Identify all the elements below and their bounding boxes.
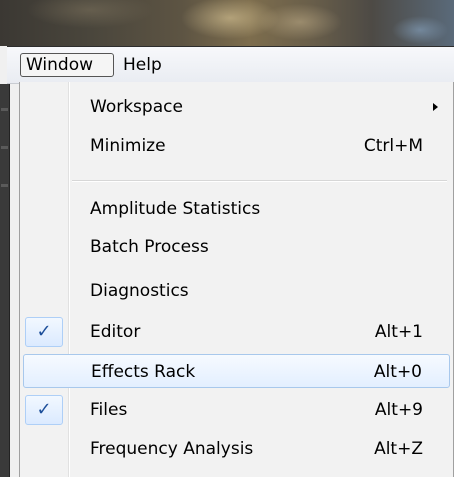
menu-separator (72, 180, 447, 182)
panel-grip (1, 146, 8, 149)
menu-item-effects-rack[interactable]: Effects Rack Alt+0 (23, 354, 450, 388)
submenu-arrow-icon (433, 103, 438, 111)
menu-item-label: Amplitude Statistics (90, 199, 261, 219)
menu-item-shortcut: Alt+Z (374, 439, 423, 459)
help-menu-button[interactable]: Help (119, 53, 166, 77)
menu-bar: Window Help (7, 46, 454, 84)
menu-item-label: Diagnostics (90, 281, 189, 301)
panel-grip (1, 108, 8, 111)
checkmark-icon: ✓ (36, 399, 52, 420)
menu-item-shortcut: Ctrl+M (363, 136, 423, 156)
check-indicator: ✓ (25, 395, 63, 425)
window-menu-button[interactable]: Window (20, 53, 114, 77)
menu-item-label: Effects Rack (91, 362, 196, 382)
menu-item-files[interactable]: ✓ Files Alt+9 (23, 393, 450, 427)
menu-item-amplitude-statistics[interactable]: Amplitude Statistics (23, 192, 450, 226)
window-dropdown-menu: Workspace Minimize Ctrl+M Amplitude Stat… (19, 82, 454, 477)
menu-item-batch-process[interactable]: Batch Process (23, 230, 450, 264)
menu-item-label: Editor (90, 322, 141, 342)
check-indicator: ✓ (25, 317, 63, 347)
desktop-background (0, 0, 454, 46)
menu-item-shortcut: Alt+0 (373, 362, 422, 382)
menu-item-label: Frequency Analysis (90, 439, 254, 459)
menu-item-minimize[interactable]: Minimize Ctrl+M (23, 129, 450, 163)
menu-item-label: Workspace (90, 97, 183, 117)
menu-item-workspace[interactable]: Workspace (23, 90, 450, 124)
menu-item-diagnostics[interactable]: Diagnostics (23, 274, 450, 308)
panel-grip (1, 184, 8, 187)
menu-item-label: Files (90, 400, 128, 420)
menu-item-frequency-analysis[interactable]: Frequency Analysis Alt+Z (23, 432, 450, 466)
menu-item-shortcut: Alt+1 (374, 322, 423, 342)
menu-item-label: Minimize (90, 136, 166, 156)
menu-item-shortcut: Alt+9 (374, 400, 423, 420)
menu-item-editor[interactable]: ✓ Editor Alt+1 (23, 315, 450, 349)
background-panel-edge (0, 84, 10, 477)
menu-item-label: Batch Process (90, 237, 209, 257)
checkmark-icon: ✓ (36, 321, 52, 342)
